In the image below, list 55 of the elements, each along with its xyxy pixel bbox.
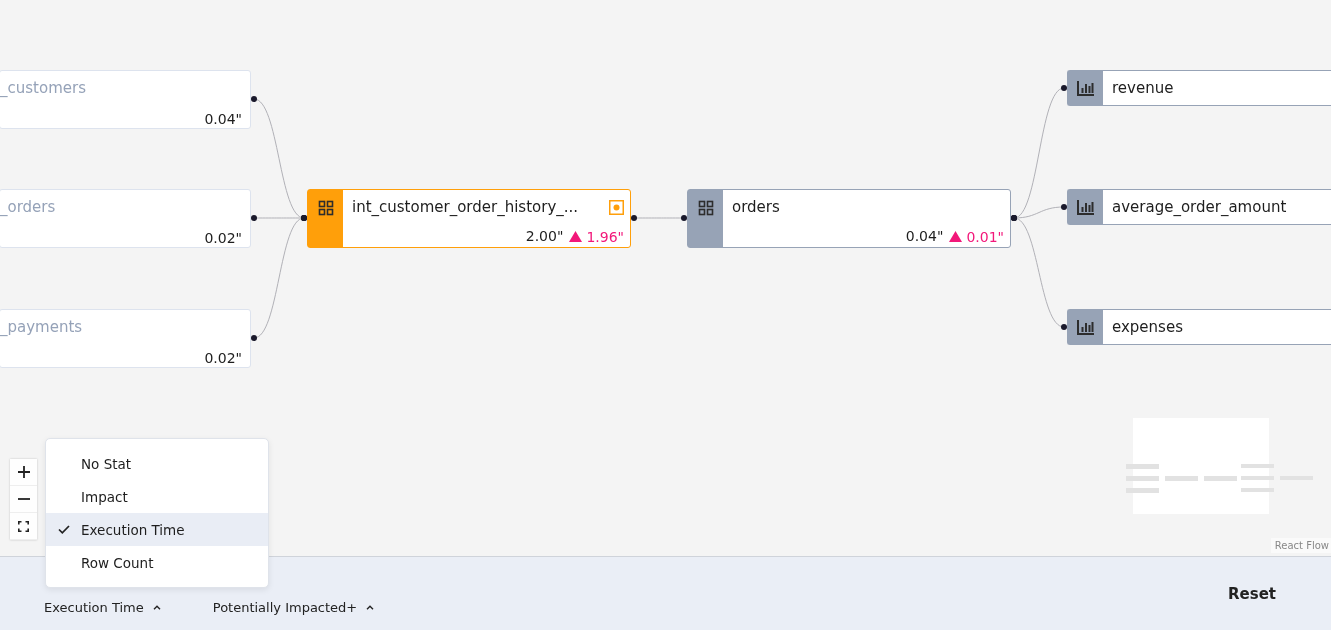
- node-title: revenue: [1112, 79, 1174, 97]
- handle-dot[interactable]: [681, 215, 687, 221]
- handle-dot[interactable]: [251, 96, 257, 102]
- node-title: _payments: [0, 318, 84, 336]
- zoom-out-button[interactable]: [10, 486, 37, 513]
- impact-indicator-icon: [609, 199, 624, 215]
- execution-time: 0.02": [204, 230, 242, 247]
- node-card[interactable]: revenue: [1067, 70, 1331, 106]
- node-title: int_customer_order_history_...: [352, 198, 579, 216]
- zoom-in-button[interactable]: [10, 459, 37, 486]
- execution-time: 0.04": [905, 228, 944, 245]
- menu-item[interactable]: Row Count: [46, 546, 268, 579]
- filter-dropdown[interactable]: Potentially Impacted+: [212, 600, 375, 615]
- grid-icon: [317, 200, 334, 216]
- check-icon: [58, 525, 70, 534]
- node-card[interactable]: int_customer_order_history_... 2.00" 1.96": [307, 189, 631, 248]
- bar-chart-icon: [1076, 80, 1095, 96]
- execution-time: 2.00": [525, 228, 564, 245]
- bar-chart-icon: [1076, 319, 1095, 335]
- node-title: expenses: [1112, 318, 1183, 336]
- node-card[interactable]: expenses: [1067, 309, 1331, 345]
- execution-time: 0.02": [204, 350, 242, 367]
- node-title: average_order_amount: [1112, 198, 1287, 216]
- node-card[interactable]: orders 0.04" 0.01": [687, 189, 1011, 248]
- time-change: 1.96": [586, 228, 624, 245]
- handle-dot[interactable]: [631, 215, 637, 221]
- increase-triangle-icon: [949, 231, 963, 242]
- fit-view-button[interactable]: [10, 513, 37, 540]
- node-title: _orders: [0, 198, 57, 216]
- menu-item[interactable]: Execution Time: [46, 513, 268, 546]
- attribution-link[interactable]: React Flow: [1270, 538, 1331, 553]
- time-change: 0.01": [966, 228, 1004, 245]
- node-card[interactable]: average_order_amount: [1067, 189, 1331, 225]
- handle-dot[interactable]: [251, 335, 257, 341]
- node-card[interactable]: _orders 0.02": [0, 189, 251, 248]
- handle-dot[interactable]: [251, 215, 257, 221]
- grid-icon: [697, 200, 714, 216]
- handle-dot[interactable]: [1061, 85, 1067, 91]
- execution-time: 0.04": [204, 111, 242, 128]
- node-title: orders: [732, 198, 780, 216]
- caret-icon: [366, 605, 375, 610]
- handle-dot[interactable]: [1061, 324, 1067, 330]
- node-card[interactable]: _payments 0.02": [0, 309, 251, 368]
- menu-item[interactable]: No Stat: [46, 447, 268, 480]
- reset-button[interactable]: Reset: [1218, 580, 1286, 607]
- caret-icon: [152, 605, 161, 610]
- handle-dot[interactable]: [1061, 204, 1067, 210]
- node-card[interactable]: _customers 0.04": [0, 70, 251, 129]
- stat-dropdown[interactable]: Execution Time: [44, 600, 161, 615]
- fit-view-icon: [18, 520, 29, 532]
- menu-item[interactable]: Impact: [46, 480, 268, 513]
- plus-icon: [17, 466, 30, 478]
- increase-triangle-icon: [569, 231, 583, 242]
- bar-chart-icon: [1076, 199, 1095, 215]
- node-title: _customers: [0, 79, 87, 97]
